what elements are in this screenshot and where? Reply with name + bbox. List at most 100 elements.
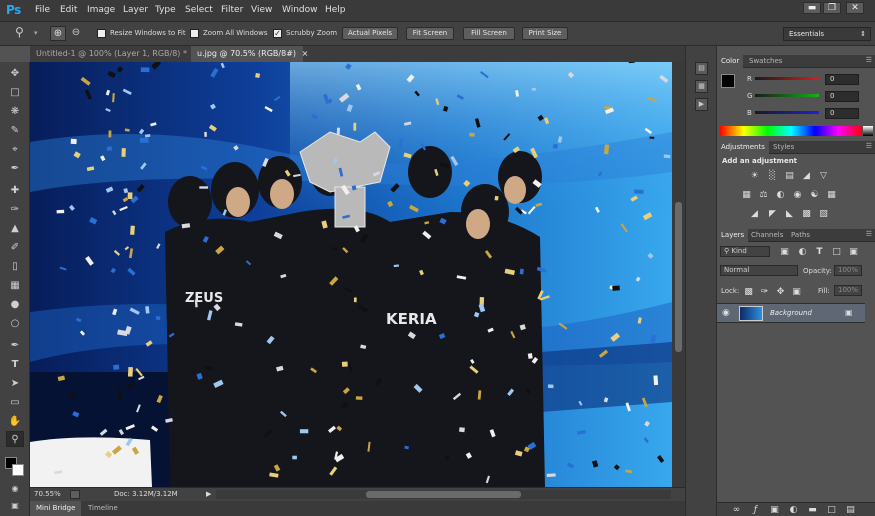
tab-paths[interactable]: Paths [787, 229, 814, 242]
menu-edit[interactable]: Edit [60, 5, 77, 15]
print-size-button[interactable]: Print Size [522, 27, 568, 40]
brightness-contrast-icon[interactable]: ☀ [749, 171, 760, 181]
tab-untitled-1[interactable]: Untitled-1 @ 100% (Layer 1, RGB/8) * × [30, 46, 199, 62]
blur-tool-icon[interactable]: ● [6, 297, 24, 313]
minimize-button[interactable]: ▬ [803, 2, 821, 14]
fill-screen-button[interactable]: Fill Screen [463, 27, 515, 40]
vibrance-icon[interactable]: ▽ [818, 171, 829, 181]
marquee-tool-icon[interactable]: □ [6, 85, 24, 101]
menu-type[interactable]: Type [155, 5, 176, 15]
lasso-tool-icon[interactable]: ❋ [6, 104, 24, 120]
new-group-icon[interactable]: ▬ [807, 505, 818, 515]
menu-window[interactable]: Window [282, 5, 318, 15]
vertical-scrollbar[interactable] [672, 62, 685, 487]
new-adjustment-layer-icon[interactable]: ◐ [788, 505, 799, 515]
filter-shape-icon[interactable]: □ [831, 247, 842, 257]
channel-r-value[interactable]: 0 [825, 74, 859, 85]
add-mask-icon[interactable]: ▣ [769, 505, 780, 515]
tab-timeline[interactable]: Timeline [82, 501, 124, 516]
zoom-all-checkbox[interactable] [190, 29, 199, 38]
vertical-scroll-thumb[interactable] [675, 202, 682, 352]
menu-filter[interactable]: Filter [221, 5, 243, 15]
color-lookup-icon[interactable]: ▦ [826, 190, 837, 200]
black-white-icon[interactable]: ◐ [775, 190, 786, 200]
black-white-ramp[interactable] [863, 126, 873, 136]
status-menu-arrow-icon[interactable]: ▶ [206, 490, 211, 498]
horizontal-scrollbar[interactable] [216, 490, 671, 499]
dodge-tool-icon[interactable]: ○ [6, 316, 24, 332]
menu-help[interactable]: Help [325, 5, 346, 15]
lock-position-icon[interactable]: ✥ [775, 287, 786, 297]
actions-panel-icon[interactable]: ▶ [695, 98, 708, 111]
link-layers-icon[interactable]: ∞ [731, 505, 742, 515]
path-selection-tool-icon[interactable]: ➤ [6, 376, 24, 392]
layer-kind-filter[interactable]: ⚲ Kind [720, 246, 770, 257]
pen-tool-icon[interactable]: ✒ [6, 338, 24, 354]
zoom-in-icon[interactable]: ⊕ [50, 26, 66, 41]
filter-type-icon[interactable]: T [814, 247, 825, 257]
filter-adjustment-icon[interactable]: ◐ [797, 247, 808, 257]
channel-g-slider[interactable] [755, 94, 819, 97]
color-balance-icon[interactable]: ⚖ [758, 190, 769, 200]
maximize-button[interactable]: ❐ [823, 2, 841, 14]
background-color-swatch[interactable] [12, 464, 24, 476]
new-layer-icon[interactable]: □ [826, 505, 837, 515]
curves-icon[interactable]: ▤ [784, 171, 795, 181]
eraser-tool-icon[interactable]: ▯ [6, 259, 24, 275]
horizontal-scroll-thumb[interactable] [366, 491, 521, 498]
shape-tool-icon[interactable]: ▭ [6, 395, 24, 411]
color-foreground-swatch[interactable] [721, 74, 735, 88]
invert-icon[interactable]: ◢ [749, 209, 760, 219]
tab-color[interactable]: Color [717, 55, 744, 68]
photo-filter-icon[interactable]: ◉ [792, 190, 803, 200]
history-brush-tool-icon[interactable]: ✐ [6, 240, 24, 256]
eyedropper-tool-icon[interactable]: ✒ [6, 161, 24, 177]
preset-dropdown-icon[interactable]: ▾ [34, 29, 38, 37]
tab-u-jpg[interactable]: u.jpg @ 70.5% (RGB/8#) × [191, 46, 308, 62]
zoom-tool-preset-icon[interactable]: ⚲ [15, 25, 24, 39]
healing-brush-tool-icon[interactable]: ✚ [6, 183, 24, 199]
crop-tool-icon[interactable]: ⌖ [6, 142, 24, 158]
exposure-icon[interactable]: ◢ [801, 171, 812, 181]
tab-layers[interactable]: Layers [717, 229, 749, 242]
selective-color-icon[interactable]: ▩ [801, 209, 812, 219]
channel-r-slider[interactable] [755, 77, 819, 80]
layers-panel-menu-icon[interactable]: ☰ [866, 230, 872, 238]
zoom-out-icon[interactable]: ⊖ [68, 26, 84, 41]
threshold-icon[interactable]: ◣ [784, 209, 795, 219]
type-tool-icon[interactable]: T [6, 357, 24, 373]
levels-icon[interactable]: ░ [767, 171, 778, 181]
blend-mode-select[interactable]: Normal [720, 265, 798, 276]
posterize-icon[interactable]: ◤ [767, 209, 778, 219]
lock-image-icon[interactable]: ✑ [759, 287, 770, 297]
hand-tool-icon[interactable]: ✋ [6, 414, 24, 430]
lock-transparent-icon[interactable]: ▩ [743, 287, 754, 297]
actual-pixels-button[interactable]: Actual Pixels [342, 27, 398, 40]
gradient-map-icon[interactable]: ▧ [818, 209, 829, 219]
brush-tool-icon[interactable]: ✑ [6, 202, 24, 218]
move-tool-icon[interactable]: ✥ [6, 66, 24, 82]
tab-u-jpg-close-icon[interactable]: × [302, 49, 309, 58]
menu-image[interactable]: Image [87, 5, 115, 15]
screen-mode-icon[interactable]: ▣ [6, 498, 24, 514]
history-panel-icon[interactable]: ▤ [695, 62, 708, 75]
layer-name[interactable]: Background [770, 309, 812, 317]
tab-styles[interactable]: Styles [769, 141, 798, 154]
menu-file[interactable]: File [35, 5, 50, 15]
fit-screen-button[interactable]: Fit Screen [406, 27, 454, 40]
properties-panel-icon[interactable]: ▦ [695, 80, 708, 93]
channel-mixer-icon[interactable]: ☯ [809, 190, 820, 200]
resize-windows-checkbox[interactable] [97, 29, 106, 38]
document-canvas[interactable]: ZEUS KERIA [30, 62, 672, 487]
tab-swatches[interactable]: Swatches [745, 55, 786, 68]
delete-layer-icon[interactable]: ▤ [845, 505, 856, 515]
fill-input[interactable]: 100% [834, 285, 862, 296]
menu-select[interactable]: Select [185, 5, 213, 15]
filter-pixel-icon[interactable]: ▣ [779, 247, 790, 257]
zoom-level[interactable]: 70.55% [34, 490, 61, 498]
quick-mask-icon[interactable]: ◉ [6, 481, 24, 497]
quick-selection-tool-icon[interactable]: ✎ [6, 123, 24, 139]
menu-layer[interactable]: Layer [123, 5, 148, 15]
opacity-input[interactable]: 100% [834, 265, 862, 276]
layer-style-icon[interactable]: ƒ [750, 505, 761, 515]
